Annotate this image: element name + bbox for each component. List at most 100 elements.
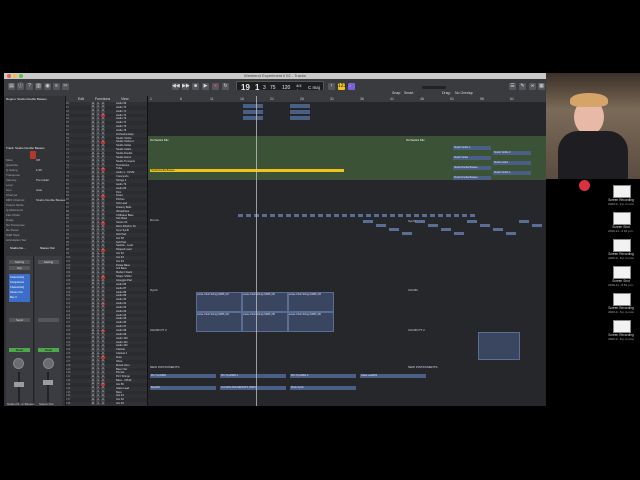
drum-pattern-region[interactable] bbox=[342, 214, 347, 217]
metronome-button[interactable]: ♩ bbox=[348, 83, 355, 90]
small-region[interactable] bbox=[243, 110, 263, 114]
region-inspector-header[interactable]: Region: Studio Double Basses bbox=[6, 97, 47, 101]
pan-knob-left[interactable] bbox=[13, 358, 24, 369]
drag-select[interactable]: No Overlap bbox=[455, 91, 473, 95]
desktop-file-icon[interactable] bbox=[613, 239, 631, 252]
functions-menu[interactable]: Functions bbox=[95, 97, 110, 101]
drum-pattern-region[interactable] bbox=[310, 214, 315, 217]
synth-region[interactable] bbox=[454, 232, 464, 235]
setting-button-right[interactable]: Setting bbox=[38, 260, 59, 264]
small-region[interactable] bbox=[243, 104, 263, 108]
toolbar-button[interactable]: ▥ bbox=[35, 83, 42, 90]
drum-pattern-region[interactable] bbox=[278, 214, 283, 217]
plugin-slot[interactable]: Compressor bbox=[10, 281, 31, 285]
drum-pattern-region[interactable] bbox=[270, 214, 275, 217]
solo-button[interactable]: S bbox=[96, 402, 100, 406]
master-volume-slider[interactable] bbox=[422, 86, 446, 89]
smart-controls-button[interactable]: ◉ bbox=[44, 83, 51, 90]
drum-pattern-region[interactable] bbox=[286, 214, 291, 217]
tuner-button[interactable]: ♮ bbox=[328, 83, 335, 90]
cycle-button[interactable]: ↻ bbox=[222, 83, 229, 90]
instrument-icon[interactable] bbox=[30, 151, 36, 159]
synth-region[interactable] bbox=[376, 224, 386, 227]
read-button-right[interactable]: Read bbox=[38, 348, 59, 352]
play-button[interactable]: ▶ bbox=[202, 83, 209, 90]
library-button[interactable]: ▤ bbox=[8, 83, 15, 90]
drum-pattern-region[interactable] bbox=[374, 214, 379, 217]
setting-button[interactable]: Setting bbox=[9, 260, 30, 264]
drum-pattern-region[interactable] bbox=[358, 214, 363, 217]
send-button[interactable]: Send bbox=[9, 318, 30, 322]
synth-region[interactable] bbox=[506, 232, 516, 235]
drum-pattern-region[interactable] bbox=[414, 214, 419, 217]
drum-pattern-region[interactable] bbox=[246, 214, 251, 217]
synth-region[interactable] bbox=[519, 220, 529, 223]
drum-pattern-region[interactable] bbox=[430, 214, 435, 217]
mute-button[interactable]: M bbox=[91, 402, 95, 406]
inspector-row-value[interactable]: Auto bbox=[36, 188, 42, 192]
small-region[interactable] bbox=[290, 104, 310, 108]
snap-select[interactable]: Smart bbox=[404, 91, 413, 95]
plugin-slot[interactable]: Stereo Out bbox=[10, 291, 31, 295]
playhead[interactable] bbox=[256, 96, 257, 406]
drum-pattern-region[interactable] bbox=[302, 214, 307, 217]
desktop-file-icon[interactable] bbox=[613, 320, 631, 333]
drum-pattern-region[interactable] bbox=[398, 214, 403, 217]
eq-button[interactable]: EQ bbox=[9, 266, 30, 270]
regions-area[interactable]: Orchestra Mix Orchestra Mix Studio Double … bbox=[148, 102, 546, 406]
drum-pattern-region[interactable] bbox=[390, 214, 395, 217]
desktop-file-icon[interactable] bbox=[613, 293, 631, 306]
view-menu[interactable]: View bbox=[121, 97, 129, 101]
choir-pt2-region[interactable] bbox=[478, 332, 520, 360]
read-button-left[interactable]: Read bbox=[9, 348, 30, 352]
inspector-button[interactable]: ⓘ bbox=[17, 83, 24, 90]
drum-pattern-region[interactable] bbox=[382, 214, 387, 217]
desktop-file-icon[interactable] bbox=[613, 212, 631, 225]
track-row[interactable]: 138 M S R Inst 93 bbox=[66, 402, 147, 406]
synth-region[interactable] bbox=[532, 224, 542, 227]
drum-pattern-region[interactable] bbox=[262, 214, 267, 217]
edit-menu[interactable]: Edit bbox=[78, 97, 84, 101]
desktop-file-icon[interactable] bbox=[613, 185, 631, 198]
drum-pattern-region[interactable] bbox=[438, 214, 443, 217]
synth-region[interactable] bbox=[389, 228, 399, 231]
drum-pattern-region[interactable] bbox=[350, 214, 355, 217]
synth-region[interactable] bbox=[480, 224, 490, 227]
drum-pattern-region[interactable] bbox=[318, 214, 323, 217]
desktop-file-icon[interactable] bbox=[613, 266, 631, 279]
drum-pattern-region[interactable] bbox=[454, 214, 459, 217]
synth-region[interactable] bbox=[402, 232, 412, 235]
pan-knob-right[interactable] bbox=[43, 358, 54, 369]
drum-pattern-region[interactable] bbox=[406, 214, 411, 217]
notepad-button[interactable]: ✎ bbox=[519, 83, 526, 90]
forward-button[interactable]: ▶▶ bbox=[182, 83, 190, 90]
synth-region[interactable] bbox=[467, 220, 477, 223]
small-region[interactable] bbox=[243, 116, 263, 120]
plugin-slot[interactable]: Bus 3 bbox=[10, 296, 31, 300]
plugin-slot[interactable]: Channel EQ bbox=[10, 286, 31, 290]
drum-pattern-region[interactable] bbox=[470, 214, 475, 217]
drum-pattern-region[interactable] bbox=[446, 214, 451, 217]
volume-fader-left[interactable] bbox=[14, 382, 24, 387]
help-button[interactable]: ? bbox=[26, 83, 33, 90]
track-inspector-header[interactable]: Track: Studio Double Basses bbox=[6, 146, 45, 150]
synth-region[interactable] bbox=[363, 220, 373, 223]
selected-region-yellow[interactable] bbox=[150, 169, 344, 172]
inspector-row-value[interactable]: Pre Fader bbox=[36, 178, 49, 182]
mixer-button[interactable]: ≡ bbox=[53, 83, 60, 90]
drum-pattern-region[interactable] bbox=[366, 214, 371, 217]
inspector-row-value[interactable]: Studio Double Basses bbox=[36, 198, 66, 202]
small-region[interactable] bbox=[290, 116, 310, 120]
small-region[interactable] bbox=[290, 110, 310, 114]
plugin-slot[interactable]: Channel EQ bbox=[10, 276, 31, 280]
drum-pattern-region[interactable] bbox=[422, 214, 427, 217]
drum-pattern-region[interactable] bbox=[238, 214, 243, 217]
drum-pattern-region[interactable] bbox=[326, 214, 331, 217]
synth-region[interactable] bbox=[493, 228, 503, 231]
synth-region[interactable] bbox=[441, 228, 451, 231]
browsers-button[interactable]: ▦ bbox=[538, 83, 545, 90]
count-in-button[interactable]: 1234 bbox=[338, 83, 349, 90]
drum-pattern-region[interactable] bbox=[294, 214, 299, 217]
inspector-row-value[interactable]: Off bbox=[36, 158, 40, 162]
list-editors-button[interactable]: ☰ bbox=[509, 83, 516, 90]
